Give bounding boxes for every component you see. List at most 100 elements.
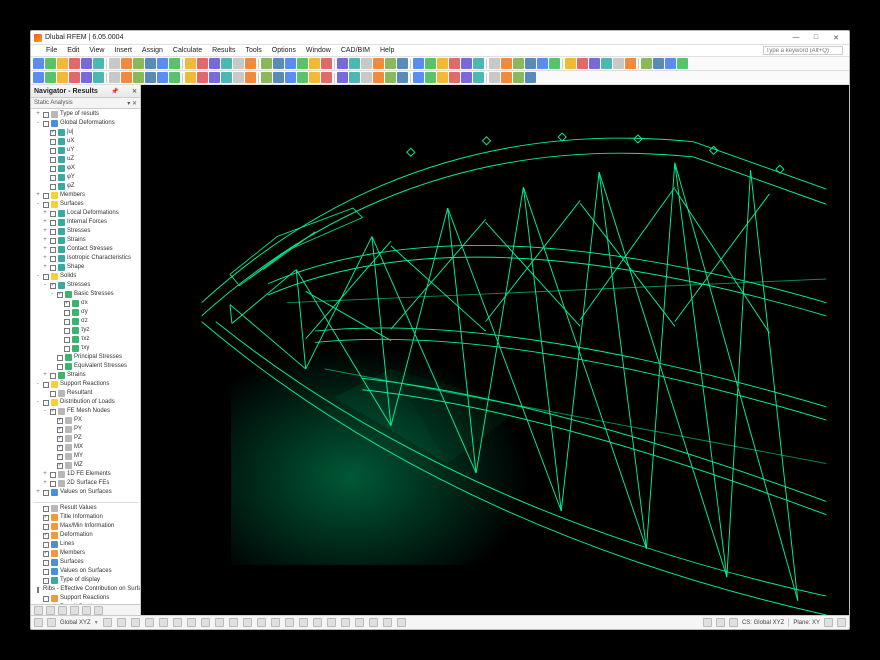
toolbar-button[interactable] [425, 58, 436, 69]
tree-checkbox[interactable] [50, 220, 56, 226]
tree-checkbox[interactable] [43, 551, 49, 557]
toolbar-button[interactable] [169, 58, 180, 69]
tree-item[interactable]: Max/Min Information [33, 522, 138, 531]
tree-checkbox[interactable] [43, 274, 49, 280]
tree-checkbox[interactable] [43, 524, 49, 530]
tree-checkbox[interactable] [50, 157, 56, 163]
toolbar-button[interactable] [549, 58, 560, 69]
tree-item[interactable]: PY [33, 425, 138, 434]
status-icon[interactable] [47, 618, 56, 627]
status-tool-button[interactable] [131, 618, 140, 627]
status-tool-button[interactable] [369, 618, 378, 627]
status-tool-button[interactable] [285, 618, 294, 627]
toolbar-button[interactable] [197, 58, 208, 69]
toolbar-button[interactable] [81, 72, 92, 83]
panel-pin-icon[interactable]: 📌 [111, 88, 118, 95]
tree-item[interactable]: |u| [33, 128, 138, 137]
toolbar-button[interactable] [309, 58, 320, 69]
panel-footer-button[interactable] [94, 606, 103, 615]
collapse-icon[interactable]: - [35, 272, 41, 281]
tree-item[interactable]: φZ [33, 182, 138, 191]
toolbar-button[interactable] [145, 72, 156, 83]
tree-item[interactable]: +Values on Surfaces [33, 488, 138, 497]
panel-footer-button[interactable] [34, 606, 43, 615]
tree-checkbox[interactable] [50, 472, 56, 478]
status-icon[interactable] [703, 618, 712, 627]
toolbar-button[interactable] [577, 58, 588, 69]
tree-item[interactable]: Result Values [33, 504, 138, 513]
tree-item[interactable]: Deformation [33, 531, 138, 540]
toolbar-button[interactable] [449, 72, 460, 83]
tab-dropdown-icon[interactable]: ▾ ✕ [127, 100, 137, 107]
toolbar-button[interactable] [209, 58, 220, 69]
menu-insert[interactable]: Insert [114, 47, 132, 54]
tree-checkbox[interactable] [64, 346, 70, 352]
status-tool-button[interactable] [201, 618, 210, 627]
tree-item[interactable]: +Members [33, 191, 138, 200]
minimize-button[interactable]: — [786, 32, 806, 44]
tree-checkbox[interactable] [50, 238, 56, 244]
tree-item[interactable]: +Isotropic Characteristics [33, 254, 138, 263]
expand-icon[interactable]: + [35, 488, 41, 497]
status-tool-button[interactable] [313, 618, 322, 627]
toolbar-button[interactable] [221, 58, 232, 69]
tree-item[interactable]: MX [33, 443, 138, 452]
status-tool-button[interactable] [355, 618, 364, 627]
status-tool-button[interactable] [117, 618, 126, 627]
tree-item[interactable]: -Stresses [33, 281, 138, 290]
tree-item[interactable]: Values on Surfaces [33, 567, 138, 576]
status-tool-button[interactable] [145, 618, 154, 627]
tree-checkbox[interactable] [50, 211, 56, 217]
tree-item[interactable]: σy [33, 308, 138, 317]
tree-item[interactable]: PX [33, 416, 138, 425]
toolbar-button[interactable] [625, 58, 636, 69]
toolbar-button[interactable] [109, 58, 120, 69]
tree-item[interactable]: uZ [33, 155, 138, 164]
toolbar-button[interactable] [513, 72, 524, 83]
status-icon[interactable] [824, 618, 833, 627]
tree-item[interactable]: τxy [33, 344, 138, 353]
status-tool-button[interactable] [397, 618, 406, 627]
menu-cadbim[interactable]: CAD/BIM [341, 47, 370, 54]
tree-item[interactable]: -Distribution of Loads [33, 398, 138, 407]
toolbar-button[interactable] [665, 58, 676, 69]
tree-checkbox[interactable] [50, 409, 56, 415]
toolbar-button[interactable] [525, 58, 536, 69]
toolbar-button[interactable] [45, 58, 56, 69]
tree-checkbox[interactable] [50, 391, 56, 397]
toolbar-button[interactable] [121, 58, 132, 69]
expand-icon[interactable]: + [42, 371, 48, 380]
toolbar-button[interactable] [589, 58, 600, 69]
panel-header[interactable]: Navigator - Results 📌 ✕ [31, 85, 140, 98]
tree-checkbox[interactable] [43, 560, 49, 566]
toolbar-button[interactable] [285, 72, 296, 83]
toolbar-button[interactable] [209, 72, 220, 83]
toolbar-button[interactable] [121, 72, 132, 83]
toolbar-button[interactable] [489, 72, 500, 83]
tree-item[interactable]: -Basic Stresses [33, 290, 138, 299]
tree-item[interactable]: +Strains [33, 371, 138, 380]
menu-options[interactable]: Options [272, 47, 296, 54]
tree-checkbox[interactable] [64, 310, 70, 316]
toolbar-button[interactable] [221, 72, 232, 83]
tree-item[interactable]: φY [33, 173, 138, 182]
collapse-icon[interactable]: - [35, 200, 41, 209]
tree-item[interactable]: -Solids [33, 272, 138, 281]
tree-item[interactable]: Surfaces [33, 558, 138, 567]
tree-item[interactable]: Title Information [33, 513, 138, 522]
status-cs-left[interactable]: Global XYZ [60, 620, 91, 626]
menu-edit[interactable]: Edit [67, 47, 79, 54]
menu-results[interactable]: Results [212, 47, 235, 54]
toolbar-button[interactable] [309, 72, 320, 83]
tree-item[interactable]: +Shape [33, 263, 138, 272]
tree-item[interactable]: uY [33, 146, 138, 155]
tree-checkbox[interactable] [57, 463, 63, 469]
toolbar-button[interactable] [565, 58, 576, 69]
toolbar-button[interactable] [349, 72, 360, 83]
menu-assign[interactable]: Assign [142, 47, 163, 54]
tree-item[interactable]: PZ [33, 434, 138, 443]
toolbar-button[interactable] [273, 58, 284, 69]
tree-item[interactable]: -Global Deformations [33, 119, 138, 128]
panel-footer-button[interactable] [58, 606, 67, 615]
tree-checkbox[interactable] [50, 373, 56, 379]
